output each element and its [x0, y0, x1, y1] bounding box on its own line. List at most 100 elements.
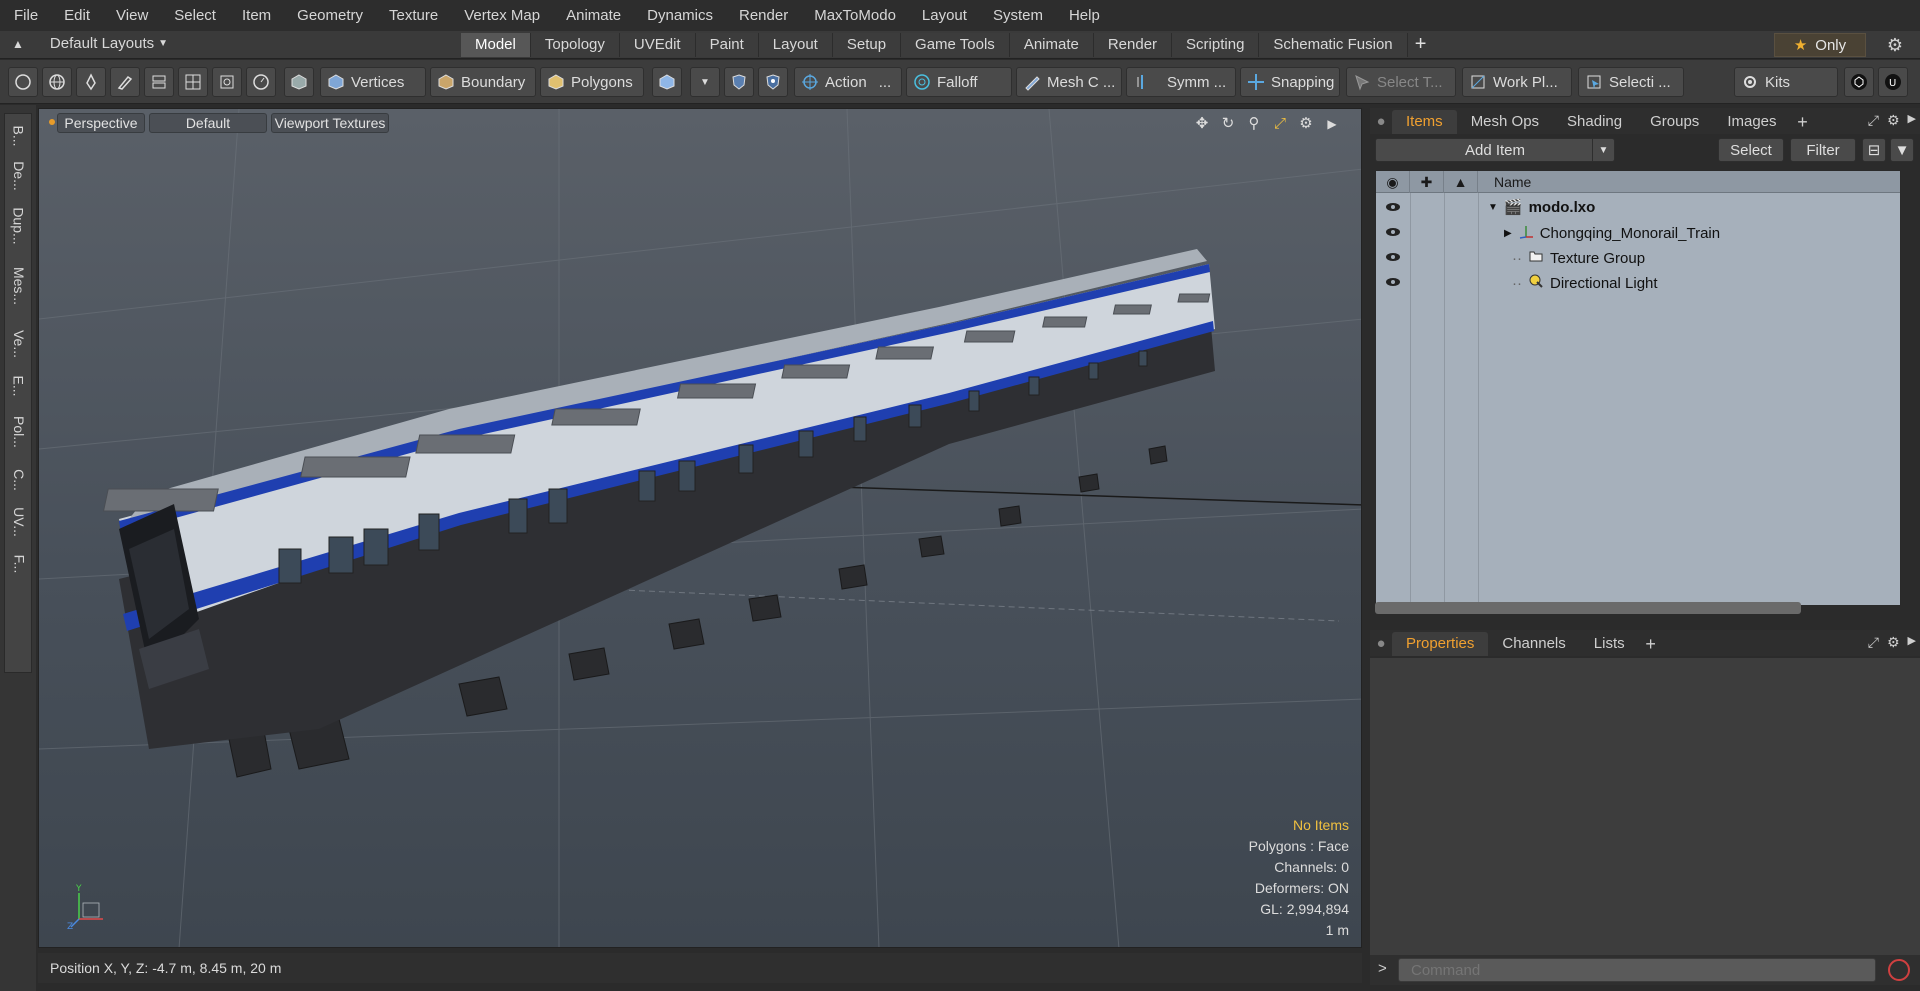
scrollbar-thumb[interactable] — [1375, 602, 1801, 614]
boundary-button[interactable]: Boundary — [430, 67, 536, 97]
menu-system[interactable]: System — [993, 7, 1043, 24]
eye-icon[interactable] — [1385, 199, 1401, 215]
menu-texture[interactable]: Texture — [389, 7, 438, 24]
chevron-down-icon[interactable]: ▼ — [1592, 139, 1614, 161]
command-input[interactable] — [1398, 958, 1876, 982]
circle-select-button[interactable] — [8, 67, 38, 97]
menu-geometry[interactable]: Geometry — [297, 7, 363, 24]
menu-maxtomodo[interactable]: MaxToModo — [814, 7, 896, 24]
expand-icon[interactable]: ⤢ — [1868, 634, 1879, 651]
name-column-header[interactable]: Name — [1478, 171, 1900, 193]
pen-tool-button[interactable] — [76, 67, 106, 97]
gear-icon[interactable]: ⚙ — [1884, 35, 1906, 55]
menu-select[interactable]: Select — [174, 7, 216, 24]
tab-mesh-ops[interactable]: Mesh Ops — [1457, 110, 1553, 134]
record-icon[interactable] — [1888, 959, 1910, 981]
tab-render[interactable]: Render — [1093, 33, 1173, 57]
add-panel-tab-icon[interactable]: + — [1791, 110, 1815, 134]
shield-alt-button[interactable] — [758, 67, 788, 97]
globe-button[interactable] — [42, 67, 72, 97]
tab-images[interactable]: Images — [1713, 110, 1790, 134]
menu-help[interactable]: Help — [1069, 7, 1100, 24]
select-button[interactable]: Select — [1718, 138, 1784, 162]
vtab-uv[interactable]: UV... — [5, 500, 33, 544]
tab-topology[interactable]: Topology — [530, 33, 620, 57]
menu-animate[interactable]: Animate — [566, 7, 621, 24]
only-button[interactable]: ★ Only — [1774, 33, 1866, 57]
tab-paint[interactable]: Paint — [695, 33, 759, 57]
menu-view[interactable]: View — [116, 7, 148, 24]
vtab-fusion[interactable]: F... — [5, 542, 33, 586]
viewport-gear-icon[interactable]: ⚙ — [1297, 115, 1315, 133]
menu-file[interactable]: File — [14, 7, 38, 24]
eye-icon[interactable] — [1385, 224, 1401, 240]
add-item-button[interactable]: Add Item ▼ — [1375, 138, 1615, 162]
3d-viewport[interactable]: Perspective Default Viewport Textures ✥ … — [38, 108, 1362, 948]
viewport-menu-arrow-icon[interactable]: ▶ — [1323, 115, 1341, 133]
perspective-dropdown[interactable]: Perspective — [57, 113, 145, 133]
menu-render[interactable]: Render — [739, 7, 788, 24]
snapping-button[interactable]: Snapping — [1240, 67, 1340, 97]
falloff-button[interactable]: Falloff — [906, 67, 1012, 97]
rotate-icon[interactable]: ↻ — [1219, 115, 1237, 133]
lock-column-icon[interactable]: ✚ — [1410, 171, 1444, 193]
tab-items[interactable]: Items — [1392, 110, 1457, 134]
eye-icon[interactable] — [1385, 274, 1401, 290]
grid-tool-button[interactable] — [178, 67, 208, 97]
vtab-vertex[interactable]: Ve... — [5, 322, 33, 366]
panel-arrow-icon[interactable]: ▶ — [1908, 112, 1916, 129]
menu-dynamics[interactable]: Dynamics — [647, 7, 713, 24]
work-plane-button[interactable]: Work Pl... — [1462, 67, 1572, 97]
clock-tool-button[interactable] — [246, 67, 276, 97]
funnel-icon[interactable]: ▼ — [1890, 138, 1914, 162]
kits-button[interactable]: Kits — [1734, 67, 1838, 97]
unreal-button[interactable]: U — [1878, 67, 1908, 97]
tree-horizontal-scrollbar[interactable] — [1375, 598, 1901, 616]
selection-sets-button[interactable]: Selecti ... — [1578, 67, 1684, 97]
add-panel-tab-icon[interactable]: + — [1639, 632, 1663, 656]
menu-vertex-map[interactable]: Vertex Map — [464, 7, 540, 24]
expand-icon[interactable]: ⤢ — [1868, 112, 1879, 129]
brush-tool-button[interactable] — [110, 67, 140, 97]
collapse-icon[interactable]: ⊟ — [1862, 138, 1886, 162]
bridge-tool-button[interactable] — [144, 67, 174, 97]
tab-model[interactable]: Model — [461, 33, 531, 57]
vtab-polygon[interactable]: Pol... — [5, 410, 33, 454]
tab-uvedit[interactable]: UVEdit — [619, 33, 696, 57]
tab-shading[interactable]: Shading — [1553, 110, 1636, 134]
mode-dropdown[interactable]: ▼ — [690, 67, 720, 97]
expand-arrow-icon[interactable]: ▼ — [1488, 202, 1498, 213]
action-button[interactable]: Action... — [794, 67, 902, 97]
tab-scripting[interactable]: Scripting — [1172, 33, 1260, 57]
pan-icon[interactable]: ✥ — [1193, 115, 1211, 133]
tab-channels[interactable]: Channels — [1488, 632, 1579, 656]
tab-groups[interactable]: Groups — [1636, 110, 1713, 134]
shading-dropdown[interactable]: Default — [149, 113, 267, 133]
properties-gear-icon[interactable]: ⚙ — [1887, 634, 1900, 651]
tab-game-tools[interactable]: Game Tools — [901, 33, 1010, 57]
items-gear-icon[interactable]: ⚙ — [1887, 112, 1900, 129]
viewport-textures-dropdown[interactable]: Viewport Textures — [271, 113, 389, 133]
vertices-button[interactable]: Vertices — [320, 67, 426, 97]
vtab-mesh[interactable]: Mes... — [5, 264, 33, 308]
maximize-icon[interactable]: ⤢ — [1271, 115, 1289, 133]
eye-icon[interactable] — [1385, 249, 1401, 265]
tree-row-texture-group[interactable]: ·· Texture Group — [1376, 245, 1900, 270]
tab-lists[interactable]: Lists — [1580, 632, 1639, 656]
shield-button[interactable] — [724, 67, 754, 97]
polygons-button[interactable]: Polygons — [540, 67, 644, 97]
item-mode-button[interactable] — [284, 67, 314, 97]
filter-button[interactable]: Filter — [1790, 138, 1856, 162]
menu-item[interactable]: Item — [242, 7, 271, 24]
panel-arrow-icon[interactable]: ▶ — [1908, 634, 1916, 651]
vtab-curve[interactable]: C... — [5, 458, 33, 502]
tab-layout[interactable]: Layout — [758, 33, 833, 57]
vtab-edge[interactable]: E... — [5, 364, 33, 408]
frame-tool-button[interactable] — [212, 67, 242, 97]
tree-row-light[interactable]: ·· Directional Light — [1376, 270, 1900, 295]
tab-setup[interactable]: Setup — [832, 33, 902, 57]
unity-button[interactable] — [1844, 67, 1874, 97]
material-mode-button[interactable] — [652, 67, 682, 97]
tree-row-scene[interactable]: ▼ 🎬 modo.lxo — [1376, 195, 1900, 220]
mesh-constraint-button[interactable]: Mesh C ... — [1016, 67, 1122, 97]
